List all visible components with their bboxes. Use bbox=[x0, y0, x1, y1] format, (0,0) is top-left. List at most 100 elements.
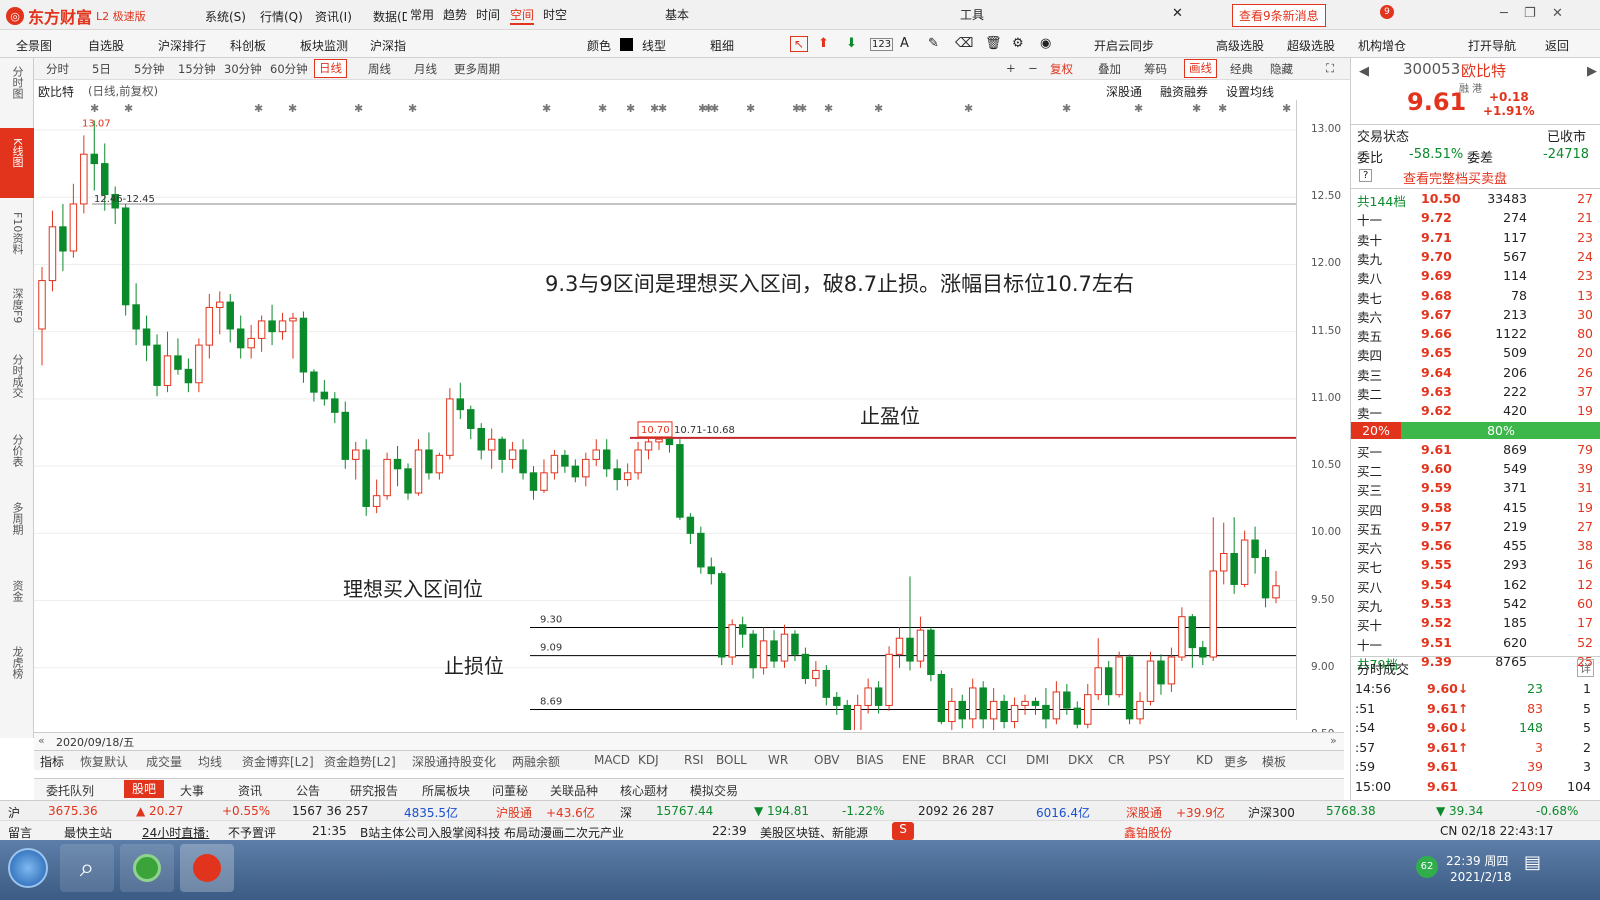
quick-tab-trend[interactable]: 趋势 bbox=[443, 6, 467, 23]
nav-multi-period[interactable]: 多周期 bbox=[0, 498, 34, 568]
nav-f10[interactable]: F10资料 bbox=[0, 208, 34, 278]
nav-dragon-tiger[interactable]: 龙虎榜 bbox=[0, 642, 34, 702]
delete-tool-icon[interactable]: 🗑 bbox=[985, 36, 1002, 51]
indicator-tab[interactable]: WR bbox=[768, 753, 788, 767]
indicator-tab[interactable]: 成交量 bbox=[146, 753, 182, 770]
toolbar-sector-monitor[interactable]: 板块监测 bbox=[300, 37, 348, 54]
quick-tab-space[interactable]: 空间 bbox=[510, 6, 535, 25]
cloud-sync-button[interactable]: 开启云同步 bbox=[1094, 37, 1154, 54]
full-book-link[interactable]: 查看完整档买卖盘 bbox=[1403, 168, 1507, 187]
toolbar-institution[interactable]: 机构增仓 bbox=[1358, 37, 1406, 54]
indicator-tab[interactable]: KDJ bbox=[638, 753, 659, 767]
news-item-2[interactable]: 美股区块链、新能源 bbox=[760, 824, 888, 841]
nav-tick[interactable]: 分时成交 bbox=[0, 350, 34, 424]
period-more[interactable]: 更多周期 bbox=[454, 61, 500, 77]
text-tool-icon[interactable]: A bbox=[900, 36, 909, 51]
notification-icon[interactable]: ▤ bbox=[1524, 852, 1550, 878]
option-draw[interactable]: 画线 bbox=[1184, 59, 1217, 78]
period-30min[interactable]: 30分钟 bbox=[224, 61, 262, 77]
settings-tool-icon[interactable]: ⚙ bbox=[1012, 36, 1024, 51]
order-row[interactable]: 买一 9.61 869 79 bbox=[1355, 441, 1595, 460]
toolbar-watchlist[interactable]: 自选股 bbox=[88, 37, 124, 54]
ticks-detail-button[interactable]: 详 bbox=[1577, 659, 1594, 677]
eraser-tool-icon[interactable]: ⌫ bbox=[955, 36, 973, 51]
order-row[interactable]: 卖二 9.63 222 37 bbox=[1355, 383, 1595, 402]
order-row[interactable]: 卖八 9.69 114 23 bbox=[1355, 267, 1595, 286]
bottom-tab[interactable]: 问董秘 bbox=[492, 782, 528, 799]
bottom-tab[interactable]: 公告 bbox=[296, 782, 320, 799]
period-intraday[interactable]: 分时 bbox=[46, 61, 69, 77]
toolbar-back[interactable]: 返回 bbox=[1545, 37, 1569, 54]
nav-depth[interactable]: 深度F9 bbox=[0, 284, 34, 350]
order-ratio-bar[interactable]: 20% 80% bbox=[1351, 421, 1600, 441]
period-daily[interactable]: 日线 bbox=[314, 59, 347, 78]
order-total-row[interactable]: 共144档 10.50 33483 27 bbox=[1355, 190, 1595, 209]
option-overlay[interactable]: 叠加 bbox=[1098, 61, 1121, 77]
minimize-icon[interactable]: ─ bbox=[1500, 6, 1508, 21]
order-row[interactable]: 卖九 9.70 567 24 bbox=[1355, 248, 1595, 267]
quick-tab-time[interactable]: 时间 bbox=[476, 6, 500, 23]
bottom-tab[interactable]: 核心题材 bbox=[620, 782, 668, 799]
indicator-tab[interactable]: KD bbox=[1196, 753, 1213, 767]
window-close-icon[interactable]: ✕ bbox=[1552, 6, 1563, 21]
order-row[interactable]: 买九 9.53 542 60 bbox=[1355, 595, 1595, 614]
bottom-tab[interactable]: 资讯 bbox=[238, 782, 262, 799]
prev-stock-icon[interactable]: ◀ bbox=[1359, 64, 1369, 79]
toolbar-navigation[interactable]: 打开导航 bbox=[1468, 37, 1516, 54]
toolbar-panorama[interactable]: 全景图 bbox=[16, 37, 52, 54]
quick-tab-spacetime[interactable]: 时空 bbox=[543, 6, 567, 23]
indicator-tab[interactable]: BIAS bbox=[856, 753, 884, 767]
news-item-1[interactable]: B站主体公司入股掌阅科技 布局动漫画二次元产业 bbox=[360, 824, 624, 841]
indicator-tab[interactable]: 模板 bbox=[1262, 753, 1286, 770]
indicator-tab[interactable]: DMI bbox=[1026, 753, 1049, 767]
indicator-tab[interactable]: CCI bbox=[986, 753, 1006, 767]
order-row[interactable]: 买四 9.58 415 19 bbox=[1355, 499, 1595, 518]
up-arrow-tool-icon[interactable]: ⬆ bbox=[818, 36, 829, 51]
menu-system[interactable]: 系统(S) bbox=[205, 8, 246, 25]
search-icon[interactable]: ⌕ bbox=[60, 844, 114, 892]
zoom-in-icon[interactable]: + bbox=[1006, 61, 1016, 75]
indicator-tab[interactable]: BOLL bbox=[716, 753, 747, 767]
pen-tool-icon[interactable]: ✎ bbox=[928, 36, 939, 51]
indicator-tab[interactable]: PSY bbox=[1148, 753, 1170, 767]
indicator-tab[interactable]: DKX bbox=[1068, 753, 1093, 767]
toolbar-index[interactable]: 沪深指 bbox=[370, 37, 408, 54]
bottom-tab[interactable]: 委托队列 bbox=[46, 782, 94, 799]
link-ma-settings[interactable]: 设置均线 bbox=[1226, 83, 1274, 100]
order-row[interactable]: 买五 9.57 219 27 bbox=[1355, 518, 1595, 537]
toolbar-star-market[interactable]: 科创板 bbox=[230, 37, 266, 54]
order-row[interactable]: 十一 9.51 620 52 bbox=[1355, 634, 1595, 653]
live-label[interactable]: 24小时直播: bbox=[142, 824, 209, 841]
order-row[interactable]: 卖七 9.68 78 13 bbox=[1355, 287, 1595, 306]
color-swatch[interactable] bbox=[620, 38, 633, 51]
cursor-tool-icon[interactable]: ↖ bbox=[790, 36, 809, 52]
kline-chart[interactable]: ✱ ✱ ✱ ✱ ✱ ✱ ✱ ✱ ✱ ✱✱ ✱✱✱ ✱ ✱✱ ✱ ✱ ✱ ✱ ✱ ✱ ✱ ✱13.0712.46-12.4… bbox=[34, 100, 1296, 730]
order-row[interactable]: 买八 9.54 162 12 bbox=[1355, 576, 1595, 595]
order-row[interactable]: 买二 9.60 549 39 bbox=[1355, 460, 1595, 479]
period-monthly[interactable]: 月线 bbox=[414, 61, 437, 77]
indicator-tab[interactable]: BRAR bbox=[942, 753, 975, 767]
period-5min[interactable]: 5分钟 bbox=[134, 61, 164, 77]
bottom-tab[interactable]: 所属板块 bbox=[422, 782, 470, 799]
order-row[interactable]: 买十 9.52 185 17 bbox=[1355, 614, 1595, 633]
bottom-tab[interactable]: 关联品种 bbox=[550, 782, 598, 799]
indicator-tab[interactable]: 资金趋势[L2] bbox=[324, 753, 396, 770]
maximize-icon[interactable]: ❐ bbox=[1524, 6, 1536, 21]
period-weekly[interactable]: 周线 bbox=[368, 61, 391, 77]
next-stock-icon[interactable]: ▶ bbox=[1587, 64, 1597, 79]
menu-quote[interactable]: 行情(Q) bbox=[260, 8, 303, 25]
toolbar-advanced-screen[interactable]: 高级选股 bbox=[1216, 37, 1264, 54]
option-hide[interactable]: 隐藏 bbox=[1270, 61, 1293, 77]
indicator-tab[interactable]: CR bbox=[1108, 753, 1125, 767]
order-row[interactable]: 卖一 9.62 420 19 bbox=[1355, 402, 1595, 421]
visibility-tool-icon[interactable]: ◉ bbox=[1040, 36, 1051, 51]
order-row[interactable]: 卖六 9.67 213 30 bbox=[1355, 306, 1595, 325]
news-alert-button[interactable]: 查看9条新消息 bbox=[1232, 4, 1326, 27]
stock-news[interactable]: 鑫铂股份 bbox=[1124, 824, 1172, 841]
period-60min[interactable]: 60分钟 bbox=[270, 61, 308, 77]
order-row[interactable]: 卖三 9.64 206 26 bbox=[1355, 364, 1595, 383]
order-row[interactable]: 买六 9.56 455 38 bbox=[1355, 537, 1595, 556]
order-row[interactable]: 买七 9.55 293 16 bbox=[1355, 556, 1595, 575]
order-row[interactable]: 卖四 9.65 509 20 bbox=[1355, 344, 1595, 363]
order-row[interactable]: 十一 9.72 274 21 bbox=[1355, 209, 1595, 228]
